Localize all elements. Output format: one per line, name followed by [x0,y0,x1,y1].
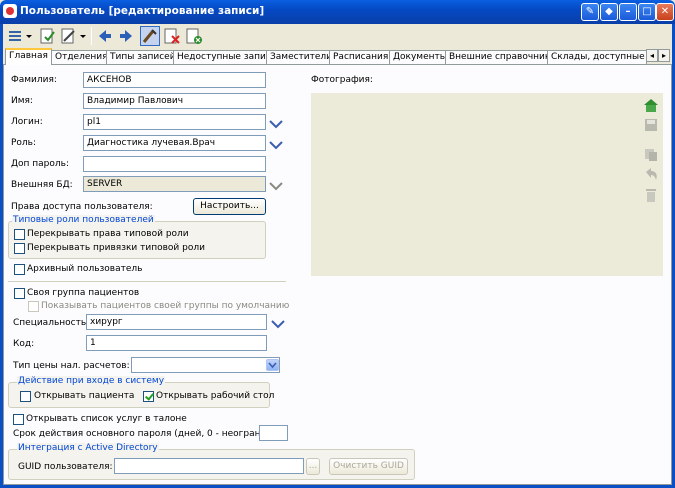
code-label: Код: [13,339,35,349]
override-rights-checkbox[interactable] [14,229,25,240]
own-patient-group-label: Своя группа пациентов [27,288,140,298]
menu-dropdown-icon[interactable] [25,26,33,46]
tab-documents[interactable]: Документы [389,50,451,64]
paste-photo-icon [643,146,659,162]
login-field[interactable]: pl1 [83,114,266,130]
open-patient-label: Открывать пациента [34,391,135,401]
open-services-list-label: Открывать список услуг в талоне [26,414,187,424]
tab-warehouses[interactable]: Склады, доступные по [547,50,647,64]
external-db-label: Внешняя БД: [11,180,73,190]
toolbar [3,24,672,48]
photo-label: Фотография: [311,75,373,85]
configure-access-button[interactable]: Настроить... [193,198,266,215]
login-label: Логин: [11,117,43,127]
guid-label: GUID пользователя: [18,462,113,472]
edit-record-icon[interactable] [58,26,78,46]
active-directory-title: Интеграция с Active Directory [17,443,159,453]
menu-list-icon[interactable] [6,26,26,46]
external-db-chevron-icon [269,181,283,191]
name-label: Имя: [11,96,33,106]
next-record-icon[interactable] [116,26,136,46]
show-group-patients-label: Показывать пациентов своей группы по умо… [41,301,290,311]
save-record-icon[interactable] [37,26,57,46]
typical-roles-group [8,221,266,259]
tab-unavailable-records[interactable]: Недоступные записи [173,50,281,64]
tab-scroll-right-icon[interactable]: ▸ [658,49,670,62]
override-bindings-label: Перекрывать привязки типовой роли [27,243,205,253]
restore-layout-icon[interactable]: ◆ [600,3,618,21]
login-chevron-icon[interactable] [269,119,283,129]
guid-browse-button[interactable]: ... [306,458,320,475]
override-bindings-checkbox[interactable] [14,243,25,254]
price-type-dropdown-icon[interactable] [266,359,279,371]
tab-schedules[interactable]: Расписания [329,50,393,64]
open-desktop-checkbox[interactable] [143,391,154,402]
specialty-label: Специальность: [13,318,90,328]
previous-record-icon[interactable] [95,26,115,46]
archive-user-label: Архивный пользователь [27,264,143,274]
specialty-chevron-icon[interactable] [271,319,285,329]
maximize-button[interactable]: □ [638,3,656,21]
delete-record-icon[interactable] [162,26,182,46]
password-validity-label: Срок действия основного пароля (дней, 0 … [13,429,287,439]
photo-area[interactable] [311,93,663,276]
open-desktop-label: Открывать рабочий стол [156,391,275,401]
surname-label: Фамилия: [11,75,57,85]
tab-external-directories[interactable]: Внешние справочники [445,50,561,64]
divider [8,281,286,282]
specialty-field[interactable]: хирург [86,314,267,330]
price-type-select[interactable] [131,357,280,373]
code-field[interactable]: 1 [86,335,267,351]
title-bar: Пользователь [редактирование записи] ✎ ◆… [0,0,675,24]
open-patient-checkbox[interactable] [20,391,31,402]
toolbar-separator [91,27,92,45]
clear-guid-button[interactable]: Очистить GUID [329,458,408,475]
extra-password-field[interactable] [83,156,266,172]
external-db-field: SERVER [83,176,266,192]
window-title: Пользователь [редактирование записи] [20,5,265,17]
app-icon [3,4,17,18]
password-validity-field[interactable] [259,425,288,441]
edit-dropdown-icon[interactable] [79,26,87,46]
show-group-patients-checkbox [28,301,39,312]
brush-icon[interactable] [140,26,160,46]
undo-photo-icon [643,166,659,182]
extra-password-label: Доп пароль: [11,159,69,169]
guid-field[interactable] [114,458,304,474]
role-label: Роль: [11,138,37,148]
access-rights-label: Права доступа пользователя: [11,202,153,212]
archive-user-checkbox[interactable] [14,264,25,275]
name-field[interactable]: Владимир Павлович [83,93,266,109]
tab-main[interactable]: Главная [5,48,52,65]
save-photo-icon [643,117,659,133]
surname-field[interactable]: АКСЕНОВ [83,72,266,88]
role-field[interactable]: Диагностика лучевая.Врач [83,135,266,151]
typical-roles-title: Типовые роли пользователей [12,215,155,225]
close-button[interactable]: ✕ [656,3,674,21]
login-action-title: Действие при входе в систему [17,376,166,386]
tab-deputies[interactable]: Заместители [266,50,337,64]
override-rights-label: Перекрывать права типовой роли [27,229,189,239]
close-record-icon[interactable] [184,26,204,46]
tab-record-types[interactable]: Типы записей [106,50,180,64]
open-services-list-checkbox[interactable] [13,414,24,425]
delete-photo-icon [643,187,659,203]
home-icon[interactable] [643,97,659,113]
tools-icon[interactable]: ✎ [581,3,599,21]
tab-scroll-left-icon[interactable]: ◂ [646,49,658,62]
own-patient-group-checkbox[interactable] [14,288,25,299]
price-type-label: Тип цены нал. расчетов: [13,361,130,371]
minimize-button[interactable]: – [619,3,637,21]
tab-departments[interactable]: Отделения [51,50,112,64]
tab-bar: Главная Отделения Типы записей Недоступн… [3,48,672,65]
role-chevron-icon[interactable] [269,140,283,150]
